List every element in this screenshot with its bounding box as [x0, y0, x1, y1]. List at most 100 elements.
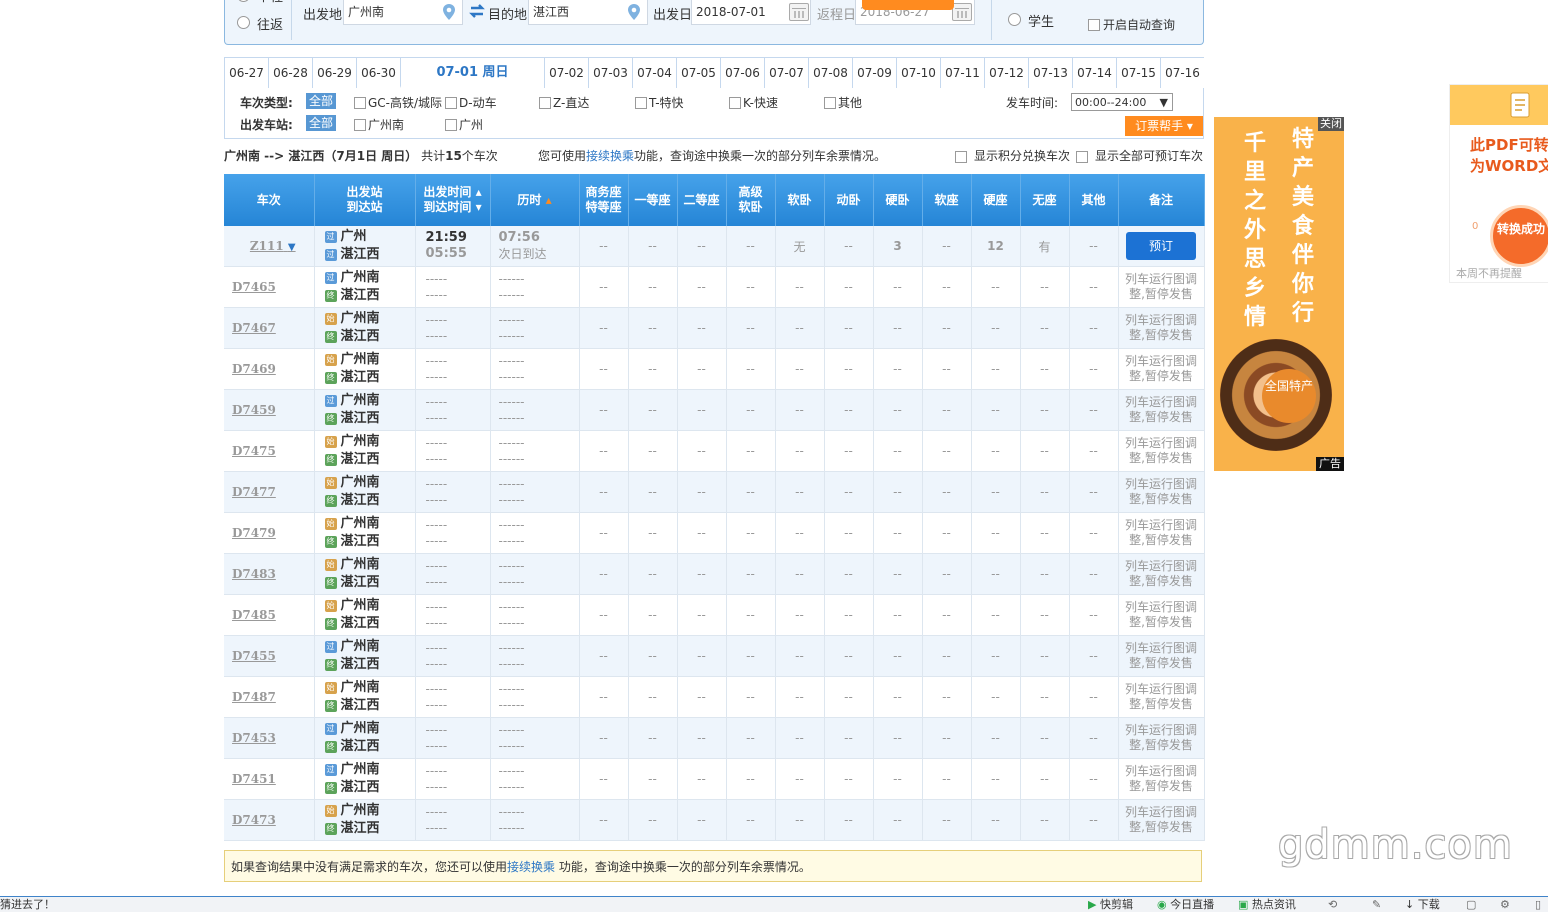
train-number-cell[interactable]: D7477 — [224, 471, 315, 513]
train-number-cell[interactable]: D7455 — [224, 635, 315, 677]
date-tab[interactable]: 07-12 — [984, 58, 1028, 88]
from-station[interactable]: 广州南 — [341, 475, 380, 490]
date-tab[interactable]: 07-08 — [808, 58, 852, 88]
to-station[interactable]: 湛江西 — [341, 821, 380, 836]
from-station[interactable]: 广州南 — [341, 639, 380, 654]
train-number[interactable]: D7455 — [232, 649, 276, 663]
location-pin-icon[interactable] — [627, 4, 641, 20]
from-station[interactable]: 广州南 — [341, 557, 380, 572]
train-number-cell[interactable]: D7483 — [224, 553, 315, 595]
depart-station-all-button[interactable]: 全部 — [306, 115, 337, 131]
train-number-cell[interactable]: D7465 — [224, 266, 315, 308]
train-number-cell[interactable]: D7487 — [224, 676, 315, 718]
window-icon[interactable]: ▢ — [1466, 897, 1476, 912]
from-station[interactable]: 广州南 — [341, 434, 380, 449]
to-station[interactable]: 湛江西 — [341, 247, 380, 262]
date-tab[interactable]: 07-05 — [676, 58, 720, 88]
tool-icon[interactable]: ✎ — [1372, 897, 1381, 912]
from-station[interactable]: 广州南 — [341, 393, 380, 408]
depart-station-checkbox[interactable] — [354, 119, 366, 131]
query-button[interactable]: 查询 — [862, 0, 954, 10]
panel-icon[interactable]: ▯ — [1535, 897, 1541, 912]
train-number[interactable]: D7477 — [232, 485, 276, 499]
to-station[interactable]: 湛江西 — [341, 780, 380, 795]
from-station[interactable]: 广州南 — [341, 598, 380, 613]
to-station[interactable]: 湛江西 — [341, 411, 380, 426]
train-number-cell[interactable]: D7467 — [224, 307, 315, 349]
calendar-icon[interactable] — [789, 3, 809, 21]
to-station[interactable]: 湛江西 — [341, 493, 380, 508]
from-station[interactable]: 广州南 — [341, 721, 380, 736]
train-number-cell[interactable]: D7469 — [224, 348, 315, 390]
train-number-cell[interactable]: Z111 ▼ — [224, 226, 315, 267]
train-type-checkbox[interactable] — [729, 97, 741, 109]
date-tab[interactable]: 07-13 — [1028, 58, 1072, 88]
train-number-cell[interactable]: D7459 — [224, 389, 315, 431]
to-station[interactable]: 湛江西 — [341, 370, 380, 385]
book-button[interactable]: 预订 — [1126, 232, 1196, 260]
to-station[interactable]: 湛江西 — [341, 575, 380, 590]
date-tab[interactable]: 07-10 — [896, 58, 940, 88]
expand-caret-icon[interactable]: ▼ — [288, 242, 296, 253]
to-station[interactable]: 湛江西 — [341, 534, 380, 549]
train-number[interactable]: D7473 — [232, 813, 276, 827]
train-number-cell[interactable]: D7475 — [224, 430, 315, 472]
date-tab[interactable]: 07-07 — [764, 58, 808, 88]
settings-icon[interactable]: ⚙ — [1500, 897, 1510, 912]
train-number-cell[interactable]: D7485 — [224, 594, 315, 636]
calendar-icon[interactable] — [952, 3, 972, 21]
from-station[interactable]: 广州南 — [341, 762, 380, 777]
date-tab[interactable]: 07-06 — [720, 58, 764, 88]
status-item-news[interactable]: ▣ 热点资讯 — [1238, 897, 1296, 912]
ad-banner-food[interactable]: 关闭 特产美食伴你行 千里之外思乡情 全国特产 广告 — [1214, 117, 1344, 471]
to-station[interactable]: 湛江西 — [341, 329, 380, 344]
date-tab[interactable]: 06-27 — [224, 58, 268, 88]
depart-station-checkbox[interactable] — [445, 119, 457, 131]
swap-icon[interactable] — [468, 3, 486, 19]
col-duration[interactable]: 历时 ▴ — [490, 174, 580, 226]
convert-success-button[interactable]: 转换成功 — [1490, 205, 1548, 267]
location-pin-icon[interactable] — [442, 4, 456, 20]
train-number[interactable]: D7451 — [232, 772, 276, 786]
dont-remind-link[interactable]: 本周不再提醒 — [1456, 265, 1522, 281]
ad-close-button[interactable]: 关闭 — [1318, 117, 1344, 131]
date-tab[interactable]: 07-16 — [1160, 58, 1204, 88]
from-station[interactable]: 广州南 — [341, 680, 380, 695]
date-tab[interactable]: 06-28 — [268, 58, 312, 88]
train-type-checkbox[interactable] — [445, 97, 457, 109]
to-station[interactable]: 湛江西 — [341, 657, 380, 672]
status-item-quick-edit[interactable]: ▶ 快剪辑 — [1088, 897, 1133, 912]
oneway-radio[interactable] — [237, 0, 250, 2]
train-number[interactable]: D7459 — [232, 403, 276, 417]
date-tab[interactable]: 07-15 — [1116, 58, 1160, 88]
auto-query-checkbox[interactable] — [1088, 19, 1100, 31]
train-number[interactable]: D7469 — [232, 362, 276, 376]
date-tab[interactable]: 07-14 — [1072, 58, 1116, 88]
train-type-checkbox[interactable] — [539, 97, 551, 109]
roundtrip-radio[interactable] — [237, 16, 250, 29]
train-number[interactable]: D7465 — [232, 280, 276, 294]
date-tab-active[interactable]: 07-01 周日 — [400, 58, 544, 88]
train-number[interactable]: D7487 — [232, 690, 276, 704]
refresh-icon[interactable]: ⟲ — [1328, 897, 1337, 912]
from-station[interactable]: 广州南 — [341, 803, 380, 818]
date-tab[interactable]: 06-30 — [356, 58, 400, 88]
to-station[interactable]: 湛江西 — [341, 452, 380, 467]
train-number-cell[interactable]: D7451 — [224, 758, 315, 800]
train-number[interactable]: Z111 — [250, 239, 284, 253]
ad-pdf-converter[interactable]: 此PDF可转为WORD文 0 转换成功 本周不再提醒 — [1449, 84, 1548, 283]
from-station[interactable]: 广州南 — [341, 270, 380, 285]
to-station[interactable]: 湛江西 — [341, 739, 380, 754]
from-station[interactable]: 广州南 — [341, 352, 380, 367]
train-number[interactable]: D7475 — [232, 444, 276, 458]
status-item-live[interactable]: ◉ 今日直播 — [1157, 897, 1214, 912]
train-number-cell[interactable]: D7453 — [224, 717, 315, 759]
col-times[interactable]: 出发时间 ▴ 到达时间 ▾ — [415, 174, 491, 226]
depart-time-select[interactable]: 00:00--24:00 ▼ — [1071, 93, 1173, 111]
train-number[interactable]: D7467 — [232, 321, 276, 335]
train-number[interactable]: D7479 — [232, 526, 276, 540]
transfer-link[interactable]: 接续换乘 — [586, 149, 634, 163]
from-station[interactable]: 广州 — [341, 229, 367, 244]
date-tab[interactable]: 07-09 — [852, 58, 896, 88]
train-type-checkbox[interactable] — [635, 97, 647, 109]
